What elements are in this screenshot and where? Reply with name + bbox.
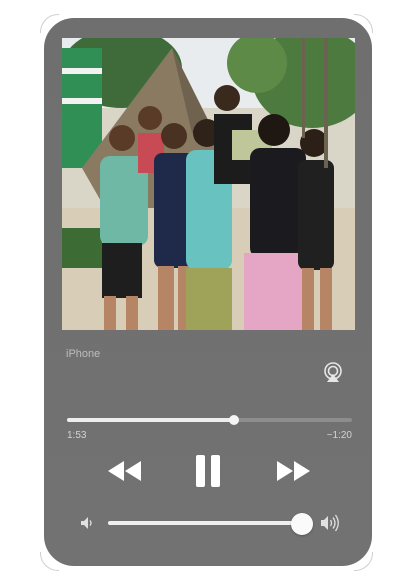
forward-icon[interactable] <box>274 460 312 482</box>
backward-icon[interactable] <box>106 460 144 482</box>
speaker-low-icon <box>79 515 95 531</box>
elapsed-time: 1:53 <box>67 430 87 441</box>
volume-slider[interactable] <box>108 513 313 535</box>
volume-handle[interactable] <box>291 513 313 535</box>
artwork-photo <box>62 38 355 330</box>
airplay-audio-icon[interactable] <box>321 360 345 384</box>
output-device-label: iPhone <box>66 348 101 360</box>
pause-icon[interactable] <box>194 454 222 488</box>
scrubber-handle[interactable] <box>228 415 239 425</box>
playback-progress <box>67 418 234 422</box>
volume-level <box>108 521 302 525</box>
playback-scrubber[interactable] <box>67 415 352 425</box>
speaker-high-icon <box>319 513 341 533</box>
remaining-time: −1:20 <box>326 430 352 441</box>
now-playing-panel: iPhone 1:53 −1:20 <box>44 18 372 566</box>
album-artwork <box>62 38 355 330</box>
